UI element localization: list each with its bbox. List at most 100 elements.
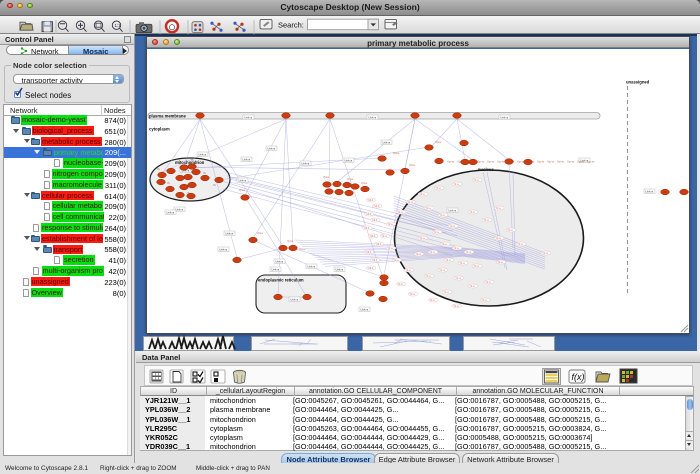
svg-text:Unk-a: Unk-a <box>290 297 298 301</box>
svg-text:Ylr-a: Ylr-a <box>465 251 471 254</box>
svg-text:Ygr-xx: Ygr-xx <box>537 160 545 163</box>
svg-text:cytoplasm: cytoplasm <box>149 126 170 131</box>
svg-text:Ylr-a: Ylr-a <box>443 291 449 294</box>
svg-text:Ygr-xx: Ygr-xx <box>547 160 555 163</box>
svg-text:Ypl-a: Ypl-a <box>393 151 399 155</box>
svg-text:Ylr-a: Ylr-a <box>507 229 513 232</box>
svg-text:Ylr-a: Ylr-a <box>453 183 459 186</box>
svg-text:Unk-a: Unk-a <box>244 115 252 119</box>
svg-text:Ydl-b: Ydl-b <box>369 235 375 238</box>
svg-text:Ylr-a: Ylr-a <box>429 299 435 302</box>
svg-text:Ygr-xx: Ygr-xx <box>557 160 565 163</box>
svg-text:Ylr-a: Ylr-a <box>419 193 425 196</box>
svg-text:Ylr-a: Ylr-a <box>497 261 503 264</box>
svg-text:Ylr-a: Ylr-a <box>517 243 523 246</box>
svg-text:nucleus: nucleus <box>478 167 494 172</box>
svg-text:Ylr-a: Ylr-a <box>453 247 459 250</box>
svg-text:Unk-a: Unk-a <box>238 178 246 182</box>
svg-text:Ylr-a: Ylr-a <box>419 237 425 240</box>
svg-text:Unk-a: Unk-a <box>382 140 390 144</box>
svg-text:1:1: 1:1 <box>115 23 122 28</box>
svg-text:Ydl-b: Ydl-b <box>375 243 381 246</box>
svg-text:Ylr-a: Ylr-a <box>387 223 393 226</box>
svg-text:Ypl-a: Ypl-a <box>409 163 415 167</box>
svg-text:Ylr-a: Ylr-a <box>429 251 435 254</box>
svg-text:Ylr-a: Ylr-a <box>455 277 461 280</box>
svg-text:Ylr-a: Ylr-a <box>459 262 465 265</box>
svg-text:Ypl-a: Ypl-a <box>347 177 353 181</box>
svg-text:Ygr-xx: Ygr-xx <box>497 160 505 163</box>
svg-text:Unk-a: Unk-a <box>344 158 352 162</box>
svg-text:Unk-a: Unk-a <box>360 307 368 311</box>
svg-text:plasma membrane: plasma membrane <box>149 113 186 118</box>
svg-text:Unk-a: Unk-a <box>242 157 250 161</box>
svg-text:Unk-a: Unk-a <box>271 267 279 271</box>
svg-text:Unk-a: Unk-a <box>500 115 508 119</box>
svg-text:Ylr-a: Ylr-a <box>415 253 421 256</box>
svg-text:Ylr-a: Ylr-a <box>405 269 411 272</box>
svg-text:Ylr-a: Ylr-a <box>433 231 439 234</box>
svg-text:Ylr-a: Ylr-a <box>407 201 413 204</box>
svg-text:Ylr-a: Ylr-a <box>439 269 445 272</box>
svg-text:Ylr-a: Ylr-a <box>495 207 501 210</box>
svg-text:Ydl-b: Ydl-b <box>371 219 377 222</box>
svg-text:Ypl-a: Ypl-a <box>257 231 263 235</box>
svg-text:Ylr-a: Ylr-a <box>473 265 479 268</box>
svg-text:Ydl-b: Ydl-b <box>373 205 379 208</box>
svg-text:Ylr-a: Ylr-a <box>485 281 491 284</box>
svg-text:Ylr-a: Ylr-a <box>469 285 475 288</box>
svg-text:Ydl-b: Ydl-b <box>365 251 371 254</box>
svg-text:Ylr-a: Ylr-a <box>397 211 403 214</box>
svg-text:Ygr-xx: Ygr-xx <box>477 160 485 163</box>
svg-text:Ypl-a: Ypl-a <box>361 181 367 185</box>
svg-text:Ylr-a: Ylr-a <box>495 237 501 240</box>
svg-text:Ydl-b: Ydl-b <box>371 259 377 262</box>
svg-text:Unk-a: Unk-a <box>225 231 233 235</box>
svg-text:Ylr-a: Ylr-a <box>542 252 548 255</box>
svg-text:Ylr-a: Ylr-a <box>481 299 487 302</box>
svg-text:Unk-a: Unk-a <box>448 208 456 212</box>
svg-text:Ylr-a: Ylr-a <box>381 235 387 238</box>
svg-text:Unk-a: Unk-a <box>267 146 275 150</box>
svg-text:Ylr-a: Ylr-a <box>473 179 479 182</box>
svg-text:Ypl-a: Ypl-a <box>435 140 441 144</box>
svg-text:Unk-a: Unk-a <box>645 189 653 193</box>
svg-text:Ydl-b: Ydl-b <box>365 213 371 216</box>
svg-text:Ylr-a: Ylr-a <box>425 207 431 210</box>
svg-text:Ypl-a: Ypl-a <box>239 188 245 192</box>
svg-text:Ylr-a: Ylr-a <box>387 247 393 250</box>
svg-text:Ylr-a: Ylr-a <box>409 293 415 296</box>
svg-text:Ylr-a: Ylr-a <box>393 259 399 262</box>
svg-text:Ypl-a: Ypl-a <box>287 239 293 243</box>
svg-text:Ygr-xx: Ygr-xx <box>567 160 575 163</box>
svg-text:Ylr-a: Ylr-a <box>441 243 447 246</box>
svg-text:Unk-a: Unk-a <box>301 161 309 165</box>
svg-text:Ylr-a: Ylr-a <box>483 219 489 222</box>
svg-text:Unk-a: Unk-a <box>275 259 283 263</box>
svg-text:Ydl-b: Ydl-b <box>367 199 373 202</box>
svg-text:Ylr-a: Ylr-a <box>425 275 431 278</box>
svg-text:Search:: Search: <box>278 20 304 29</box>
svg-text:Ylr-a: Ylr-a <box>439 214 445 217</box>
svg-text:Ydl-b: Ydl-b <box>363 227 369 230</box>
svg-text:Ylr-a: Ylr-a <box>445 259 451 262</box>
svg-text:Ygr-xx: Ygr-xx <box>587 160 595 163</box>
svg-text:Ygr-xx: Ygr-xx <box>577 160 585 163</box>
svg-text:Unk-a: Unk-a <box>175 207 183 211</box>
svg-text:unassigned: unassigned <box>626 79 650 84</box>
svg-text:Ypl-a: Ypl-a <box>323 175 329 179</box>
svg-text:Ylr-a: Ylr-a <box>397 283 403 286</box>
svg-text:Ygr-xx: Ygr-xx <box>447 160 455 163</box>
svg-text:Ylr-a: Ylr-a <box>449 225 455 228</box>
svg-text:Unk-a: Unk-a <box>307 264 315 268</box>
svg-text:Unk-a: Unk-a <box>166 210 174 214</box>
svg-text:Ylr-a: Ylr-a <box>435 187 441 190</box>
svg-text:Ypl-a: Ypl-a <box>299 247 305 251</box>
svg-text:Ylr-a: Ylr-a <box>453 305 459 308</box>
svg-text:Ygr-xx: Ygr-xx <box>487 160 495 163</box>
svg-text:endoplasmic reticulum: endoplasmic reticulum <box>258 277 304 282</box>
svg-text:f(x): f(x) <box>572 372 585 382</box>
svg-text:Unk-a: Unk-a <box>219 247 227 251</box>
svg-text:Ylr-a: Ylr-a <box>469 211 475 214</box>
svg-text:Unk-a: Unk-a <box>198 152 206 156</box>
